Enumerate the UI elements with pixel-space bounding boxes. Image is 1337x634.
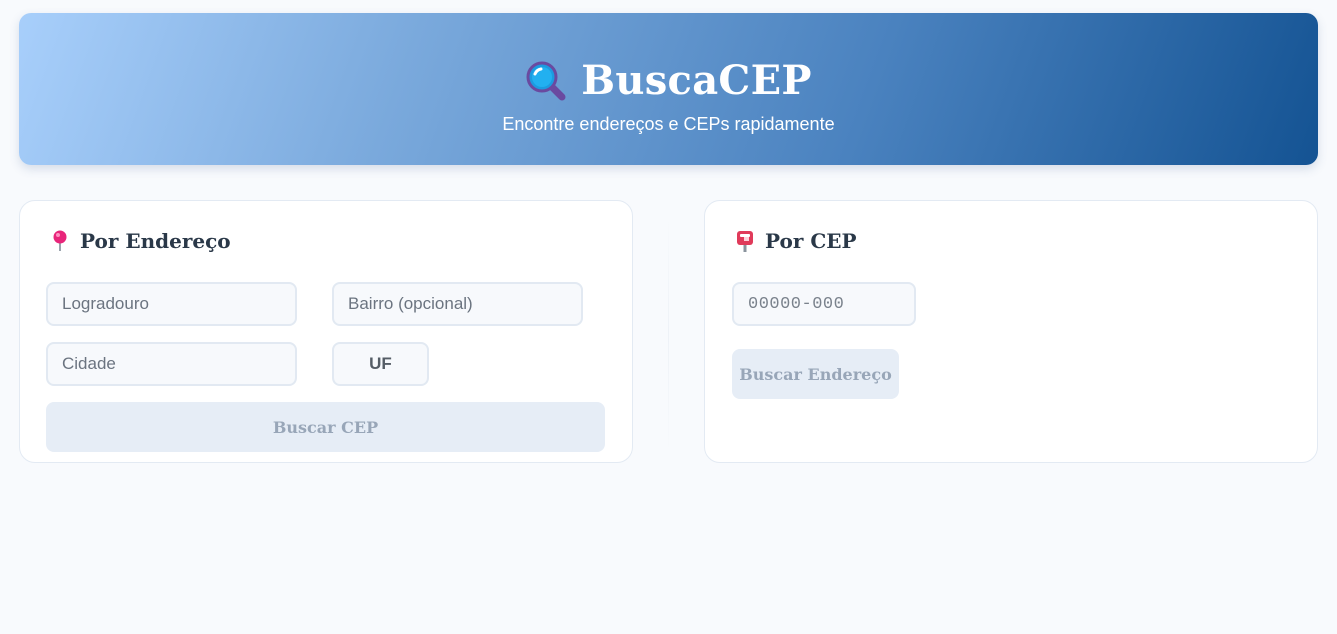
city-input[interactable]	[46, 342, 297, 386]
state-input[interactable]	[332, 342, 429, 386]
section-divider	[668, 215, 669, 455]
cep-search-heading: Por CEP	[735, 229, 857, 253]
address-search-heading: Por Endereço	[50, 229, 231, 253]
app-subtitle: Encontre endereços e CEPs rapidamente	[502, 114, 835, 134]
address-search-card: Por Endereço Buscar CEP	[19, 200, 633, 463]
app-title: BuscaCEP	[581, 57, 812, 104]
search-address-button[interactable]: Buscar Endereço	[732, 349, 899, 399]
cep-search-title: Por CEP	[765, 229, 857, 253]
neighborhood-input[interactable]	[332, 282, 583, 326]
postbox-icon	[735, 229, 755, 253]
app-header: BuscaCEP Encontre endereços e CEPs rapid…	[19, 13, 1318, 165]
cep-input[interactable]	[732, 282, 916, 326]
cep-search-card: Por CEP Buscar Endereço	[704, 200, 1318, 463]
search-cep-button[interactable]: Buscar CEP	[46, 402, 605, 452]
address-search-title: Por Endereço	[80, 229, 231, 253]
header-title-row: BuscaCEP	[19, 57, 1318, 105]
magnifying-glass-icon	[525, 60, 567, 102]
round-pushpin-icon	[50, 229, 70, 253]
street-input[interactable]	[46, 282, 297, 326]
